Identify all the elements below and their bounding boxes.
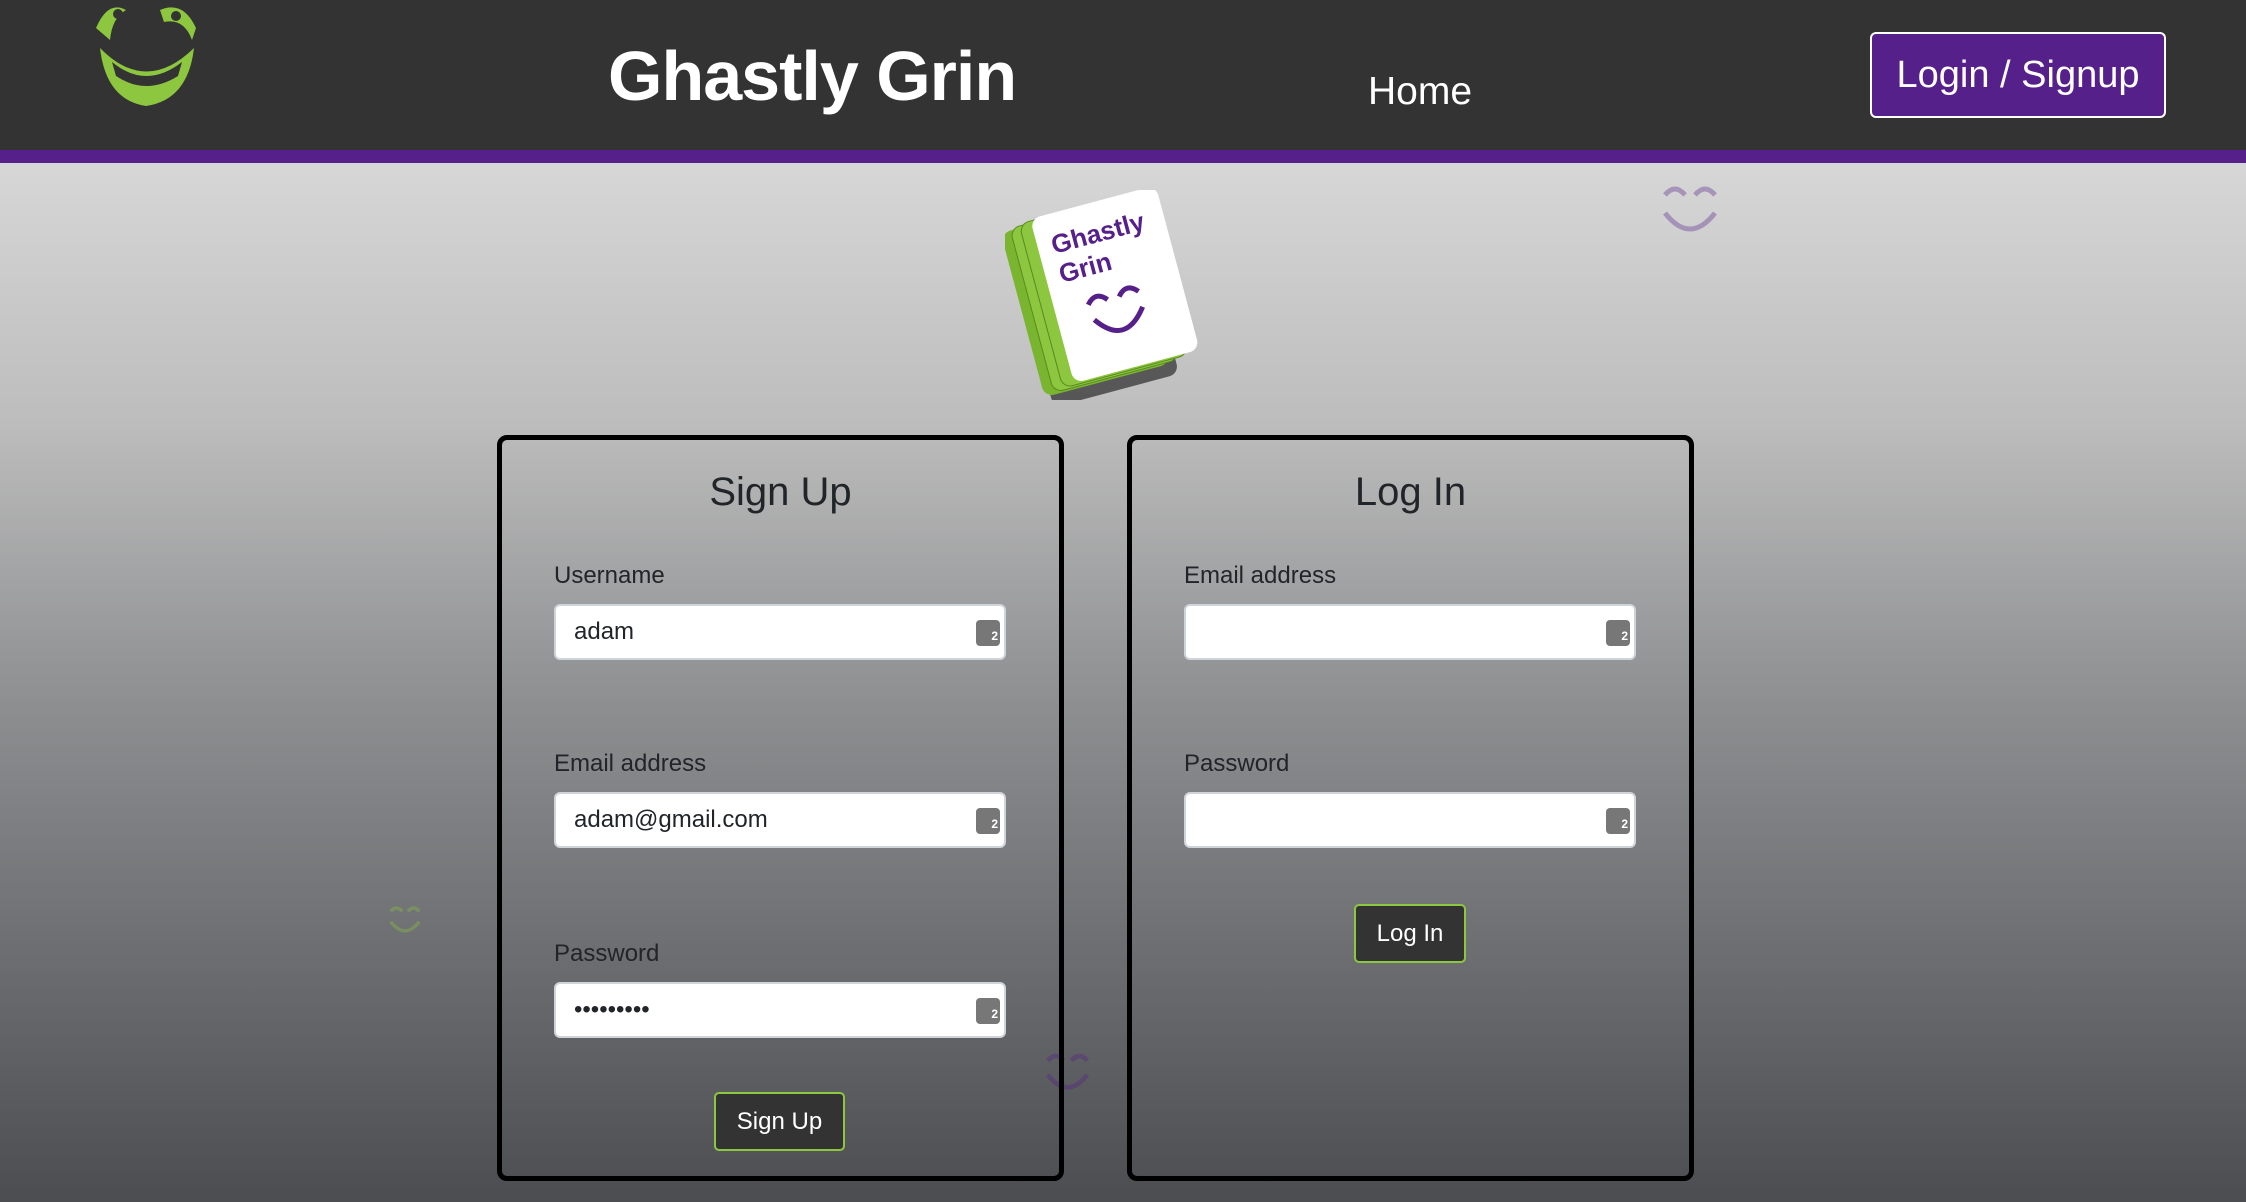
password-manager-key-icon[interactable]: 2 — [976, 808, 1000, 834]
password-manager-key-icon[interactable]: 2 — [976, 620, 1000, 646]
signup-email-label: Email address — [554, 750, 707, 777]
signup-password-label: Password — [554, 940, 660, 967]
grin-logo-icon[interactable] — [88, 0, 203, 108]
signup-password-input[interactable] — [554, 982, 1006, 1038]
login-button[interactable]: Log In — [1354, 904, 1466, 963]
login-password-label: Password — [1184, 750, 1290, 777]
login-email-input[interactable] — [1184, 604, 1636, 660]
site-title: Ghastly Grin — [608, 37, 1017, 115]
signup-button[interactable]: Sign Up — [714, 1092, 845, 1151]
login-password-input[interactable] — [1184, 792, 1636, 848]
username-label: Username — [554, 562, 665, 589]
username-input[interactable] — [554, 604, 1006, 660]
login-email-label: Email address — [1184, 562, 1337, 589]
nav-home-link[interactable]: Home — [1368, 70, 1472, 114]
card-deck-logo: Ghastly Grin — [1005, 190, 1198, 400]
header: Ghastly Grin Home Login / Signup — [0, 0, 2246, 163]
login-heading: Log In — [1354, 470, 1467, 514]
grin-face-icon — [1663, 186, 1717, 232]
signup-form: Sign Up Username 2 Email address 2 Passw… — [497, 435, 1064, 1181]
login-signup-button[interactable]: Login / Signup — [1870, 32, 2166, 118]
signup-heading: Sign Up — [709, 470, 852, 514]
password-manager-key-icon[interactable]: 2 — [1606, 808, 1630, 834]
password-manager-key-icon[interactable]: 2 — [976, 998, 1000, 1024]
login-form: Log In Email address 2 Password 2 Log In — [1127, 435, 1694, 1181]
password-manager-key-icon[interactable]: 2 — [1606, 620, 1630, 646]
grin-face-icon — [389, 906, 421, 933]
signup-email-input[interactable] — [554, 792, 1006, 848]
